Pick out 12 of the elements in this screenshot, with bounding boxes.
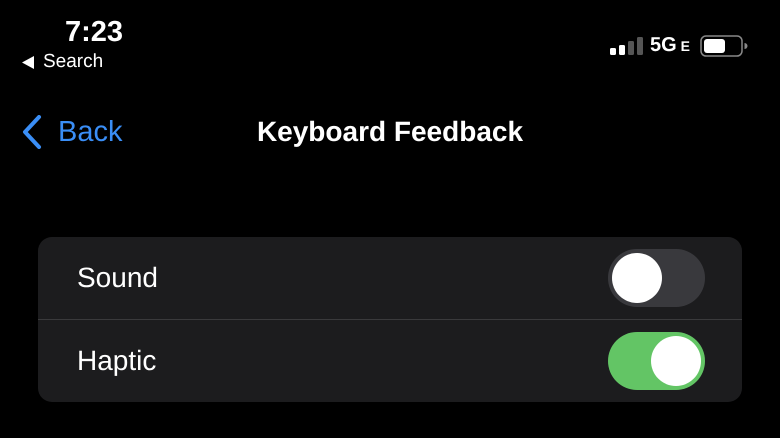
battery-icon [700, 34, 748, 56]
clock-time: 7:23 [65, 15, 124, 50]
network-sub-label: E [680, 38, 690, 54]
back-to-app-link[interactable]: Search [22, 50, 104, 74]
chevron-left-icon [22, 115, 42, 149]
network-label: 5G [650, 34, 677, 57]
setting-label: Haptic [77, 345, 156, 377]
page-title: Keyboard Feedback [256, 116, 524, 148]
back-button[interactable]: Back [22, 115, 122, 149]
signal-icon [610, 36, 646, 56]
triangle-left-icon [22, 56, 35, 68]
setting-label: Sound [77, 262, 158, 294]
